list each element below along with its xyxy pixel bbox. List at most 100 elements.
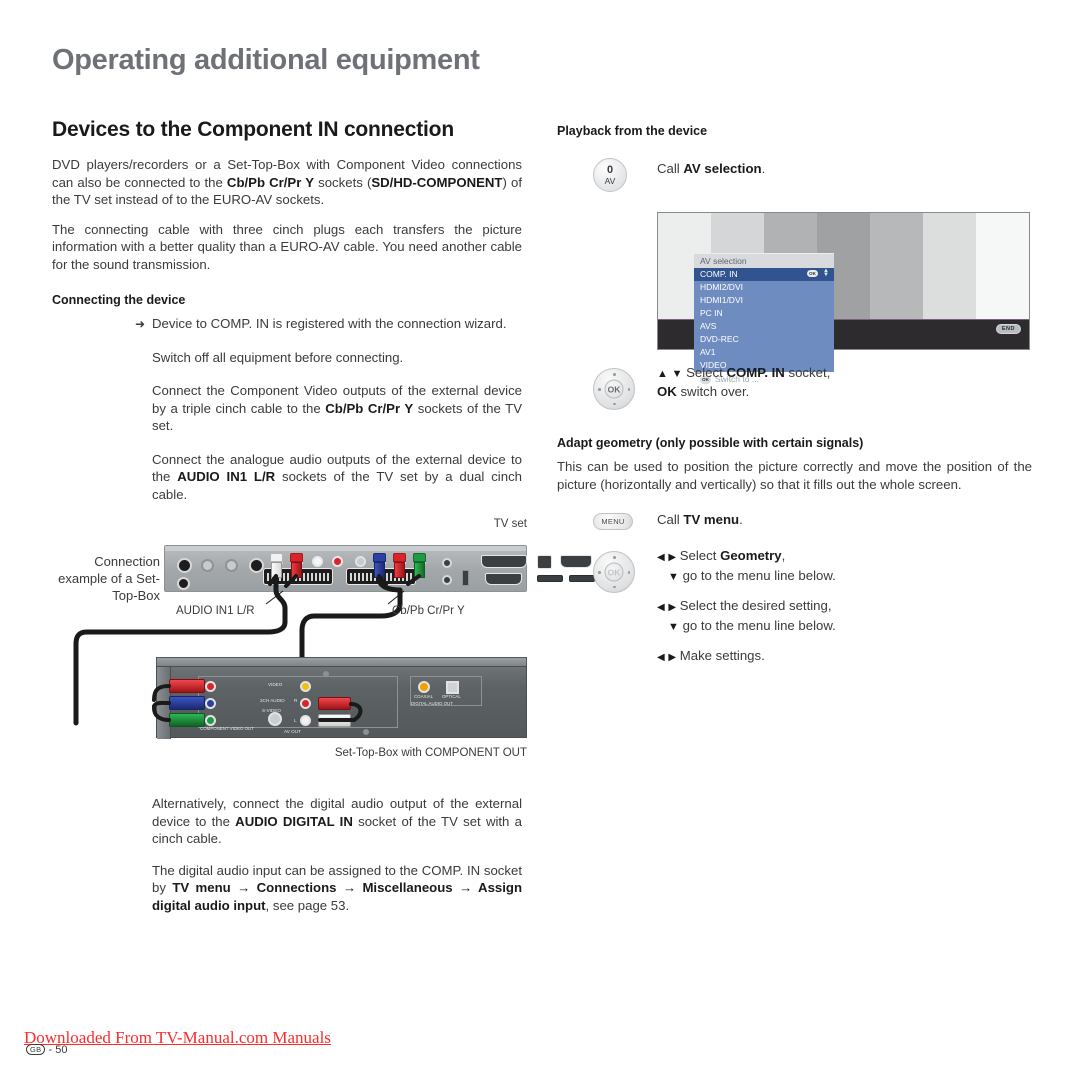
av-menu-item-5-label: DVD-REC bbox=[700, 334, 739, 344]
navigation-pad-2[interactable]: OK bbox=[593, 551, 635, 593]
arrow-right-icon-1: ▶ bbox=[668, 552, 677, 563]
geometry-steps-text: ◀ ▶ Select Geometry, ▼ go to the menu li… bbox=[657, 547, 1032, 667]
tv-rear-panel bbox=[164, 545, 595, 592]
arrow-right-icon-3: ▶ bbox=[668, 652, 677, 663]
av-menu-item-dvd-rec[interactable]: DVD-REC bbox=[694, 333, 834, 346]
ok-button[interactable]: OK bbox=[604, 379, 624, 399]
geometry-step2-line2-text: go to the menu line below. bbox=[682, 618, 836, 633]
end-badge[interactable]: END bbox=[995, 324, 1021, 334]
tvmenu-pre: Call bbox=[657, 512, 684, 527]
ok-label-bold: OK bbox=[657, 384, 677, 399]
av-menu-item-3-label: PC IN bbox=[700, 308, 723, 318]
ok-button-2[interactable]: OK bbox=[604, 562, 624, 582]
select-comp-in-line1: ▲ ▼ Select COMP. IN socket, bbox=[657, 364, 1032, 383]
stb-plug-blue-component bbox=[169, 696, 205, 710]
section-heading: Devices to the Component IN connection bbox=[52, 118, 454, 141]
row-select-comp-in: OK ▲ ▼ Select COMP. IN socket, OK switch… bbox=[557, 364, 1032, 410]
av-instr-post: . bbox=[761, 161, 766, 176]
stb-svideo-jack bbox=[268, 712, 282, 726]
leader-line-cbpb bbox=[387, 590, 405, 605]
cinch-jack-gray bbox=[355, 556, 366, 567]
stb-plug-red-component bbox=[169, 679, 205, 693]
menu-button[interactable]: MENU bbox=[593, 513, 633, 530]
av-menu-item-pc-in[interactable]: PC IN bbox=[694, 307, 834, 320]
arrow-down-icon-1: ▼ bbox=[668, 571, 679, 583]
plug-blue-body bbox=[374, 562, 385, 578]
intro-p1-bold-sockets: Cb/Pb Cr/Pr Y bbox=[226, 174, 315, 190]
antenna-jack-4 bbox=[225, 559, 238, 572]
diagram-label-settopbox-component-out: Set-Top-Box with COMPONENT OUT bbox=[334, 747, 527, 759]
stb-label-av-out: AV OUT bbox=[284, 729, 301, 734]
navigation-pad[interactable]: OK bbox=[593, 368, 635, 410]
intro-p1-bold-component: SD/HD-COMPONENT bbox=[371, 174, 503, 190]
instructions-block: ➜ Device to COMP. IN is registered with t… bbox=[135, 315, 522, 503]
av-instr-bold: AV selection bbox=[683, 161, 762, 176]
stb-plug-green-component bbox=[169, 713, 205, 727]
stb-jack-red bbox=[205, 681, 216, 692]
cinch-jack-audio-1 bbox=[442, 558, 452, 568]
geometry-bold: Geometry bbox=[720, 548, 782, 563]
arrow-left-icon-1: ◀ bbox=[657, 552, 665, 563]
av-instr-pre: Call bbox=[657, 161, 684, 176]
av-menu-item-comp-in[interactable]: COMP. IN OK ▲ ▼ bbox=[694, 268, 834, 281]
stb-plug-white-audio bbox=[318, 714, 351, 727]
av-menu-item-hdmi2[interactable]: HDMI2/DVI bbox=[694, 281, 834, 294]
geometry-step-2-line2: ▼ go to the menu line below. bbox=[657, 617, 1032, 636]
network-port bbox=[537, 555, 552, 569]
av-menu-title: AV selection bbox=[694, 253, 834, 268]
tv-bar-4 bbox=[869, 213, 923, 321]
geometry-step-1-line1: ◀ ▶ Select Geometry, bbox=[657, 547, 1032, 567]
stb-jack-audio-r bbox=[300, 698, 311, 709]
geometry-step3-text: Make settings. bbox=[679, 648, 765, 663]
nav-dot-up bbox=[613, 373, 616, 376]
av-menu-item-avs[interactable]: AVS bbox=[694, 320, 834, 333]
stb-jack-coaxial bbox=[418, 681, 430, 693]
geometry-pre: Select bbox=[679, 548, 721, 563]
tvmenu-post: . bbox=[739, 512, 743, 527]
right-column: Playback from the device 0 AV Call AV se… bbox=[557, 124, 1032, 663]
plug-white-body bbox=[271, 562, 282, 578]
stb-jack-yellow-video bbox=[300, 681, 311, 692]
nav-dot-down bbox=[613, 402, 616, 405]
instruction-3-bold: Cb/Pb Cr/Pr Y bbox=[325, 400, 414, 416]
plug-green-body bbox=[414, 562, 425, 578]
intro-paragraph-1: DVD players/recorders or a Set-Top-Box w… bbox=[52, 156, 522, 209]
stb-jack-green bbox=[205, 715, 216, 726]
stb-label-component-text: COMPONENT VIDEO OUT bbox=[200, 726, 254, 731]
stb-jack-blue bbox=[205, 698, 216, 709]
subheading-connecting-device: Connecting the device bbox=[52, 293, 186, 307]
geometry-step-3: ◀ ▶ Make settings. bbox=[657, 647, 1032, 667]
plug-green-head bbox=[413, 553, 426, 562]
ok-icon: OK bbox=[807, 270, 818, 277]
row-av-selection: 0 AV Call AV selection. END AV selection… bbox=[557, 154, 1032, 384]
instruction-item-2: Switch off all equipment before connecti… bbox=[152, 349, 404, 365]
av-menu-list: COMP. IN OK ▲ ▼ HDMI2/DVI HDMI1/DVI PC IN… bbox=[694, 268, 834, 372]
tv-bar-6 bbox=[975, 213, 1029, 321]
dsub-port-small bbox=[485, 573, 522, 585]
arrow-left-icon-3: ◀ bbox=[657, 652, 665, 663]
av-menu-item-av1[interactable]: AV1 bbox=[694, 346, 834, 359]
av-button[interactable]: 0 AV bbox=[593, 158, 627, 192]
intro-paragraph-2: The connecting cable with three cinch pl… bbox=[52, 221, 522, 272]
select-post: socket, bbox=[784, 365, 831, 380]
tv-menu-instruction: Call TV menu. bbox=[657, 509, 1032, 529]
stb-label-video: VIDEO bbox=[268, 682, 283, 687]
nav2-dot-right bbox=[627, 571, 630, 574]
stb-label-r: R bbox=[294, 698, 298, 703]
antenna-jack-5 bbox=[249, 558, 264, 573]
av-menu-item-4-label: AVS bbox=[700, 321, 717, 331]
plug-red2-body bbox=[394, 562, 405, 578]
stb-label-2ch-audio: 2CH AUDIO bbox=[260, 698, 285, 703]
instruction-5-bold: AUDIO DIGITAL IN bbox=[235, 813, 353, 829]
geometry-step-1-line2: ▼ go to the menu line below. bbox=[657, 567, 1032, 586]
left-column: Devices to the Component IN connection D… bbox=[52, 118, 522, 515]
nav2-dot-up bbox=[613, 556, 616, 559]
av-button-label: AV bbox=[604, 175, 616, 186]
footer-download-link[interactable]: Downloaded From TV-Manual.com Manuals bbox=[24, 1028, 331, 1048]
instruction-4-bold: AUDIO IN1 L/R bbox=[177, 469, 276, 484]
nav2-dot-left bbox=[598, 571, 601, 574]
subheading-adapt-geometry: Adapt geometry (only possible with certa… bbox=[557, 436, 864, 450]
select-comp-in-line2: OK switch over. bbox=[657, 383, 1032, 401]
stb-label-l: L bbox=[294, 718, 297, 723]
av-menu-item-hdmi1[interactable]: HDMI1/DVI bbox=[694, 294, 834, 307]
